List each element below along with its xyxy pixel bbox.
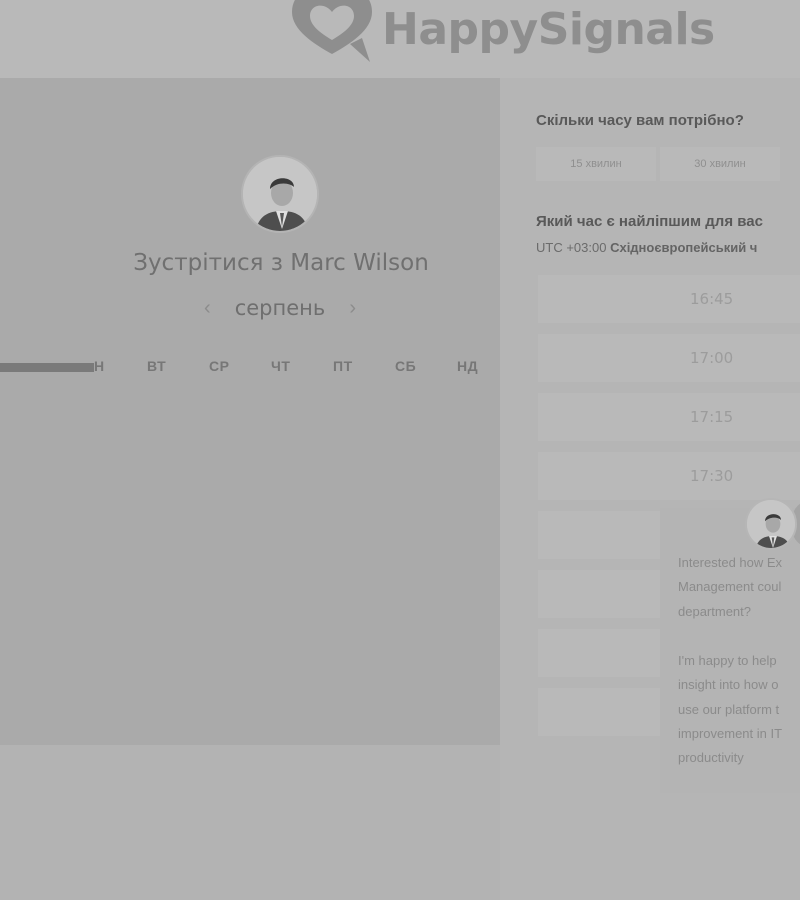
weekday-mon: Н	[94, 358, 105, 374]
month-label: серпень	[234, 296, 326, 320]
duration-option-30[interactable]: 30 хвилин	[660, 147, 780, 181]
time-slot[interactable]: 17:30	[538, 452, 800, 500]
time-slot[interactable]: 16:45	[538, 275, 800, 323]
duration-question: Скільки часу вам потрібно?	[536, 112, 744, 129]
time-slot[interactable]: 17:00	[538, 334, 800, 382]
weekday-thu: ЧТ	[271, 358, 291, 374]
time-slot[interactable]: 17:15	[538, 393, 800, 441]
weekday-sat: СБ	[395, 358, 417, 374]
weekday-fri: ПТ	[333, 358, 353, 374]
chat-line: Management coul	[678, 579, 782, 594]
heart-chat-icon	[292, 0, 372, 62]
header: HappySignals	[0, 0, 800, 78]
chevron-right-icon[interactable]: ›	[345, 297, 360, 320]
chat-line: I'm happy to help	[678, 653, 777, 668]
logo: HappySignals	[292, 0, 715, 62]
chat-line: insight into how o	[678, 677, 779, 692]
chat-line: improvement in IT	[678, 726, 783, 741]
meeting-title: Зустрітися з Marc Wilson	[133, 250, 429, 276]
chat-line: productivity	[678, 750, 744, 765]
time-question: Який час є найліпшим для вас	[536, 213, 763, 230]
chevron-left-icon[interactable]: ‹	[200, 297, 215, 320]
logo-text: HappySignals	[382, 3, 715, 55]
duration-options: 15 хвилин 30 хвилин	[536, 147, 784, 181]
timezone-offset: UTC +03:00	[536, 240, 607, 255]
timezone-name: Східноєвропейський ч	[610, 240, 758, 255]
host-avatar	[241, 155, 319, 233]
chat-line: Interested how Ex	[678, 555, 783, 570]
month-nav: ‹ серпень ›	[200, 296, 360, 320]
chat-line: department?	[678, 604, 751, 619]
chat-line: use our platform t	[678, 702, 780, 717]
weekday-wed: СР	[209, 358, 230, 374]
duration-option-15[interactable]: 15 хвилин	[536, 147, 656, 181]
timezone-selector[interactable]: UTC +03:00 Східноєвропейський ч	[536, 240, 757, 255]
weekday-tue: ВТ	[147, 358, 167, 374]
calendar-panel-footer	[0, 745, 500, 900]
weekday-header: Н ВТ СР ЧТ ПТ СБ НД	[0, 358, 500, 378]
chat-avatar	[745, 498, 797, 550]
weekday-sun: НД	[457, 358, 479, 374]
